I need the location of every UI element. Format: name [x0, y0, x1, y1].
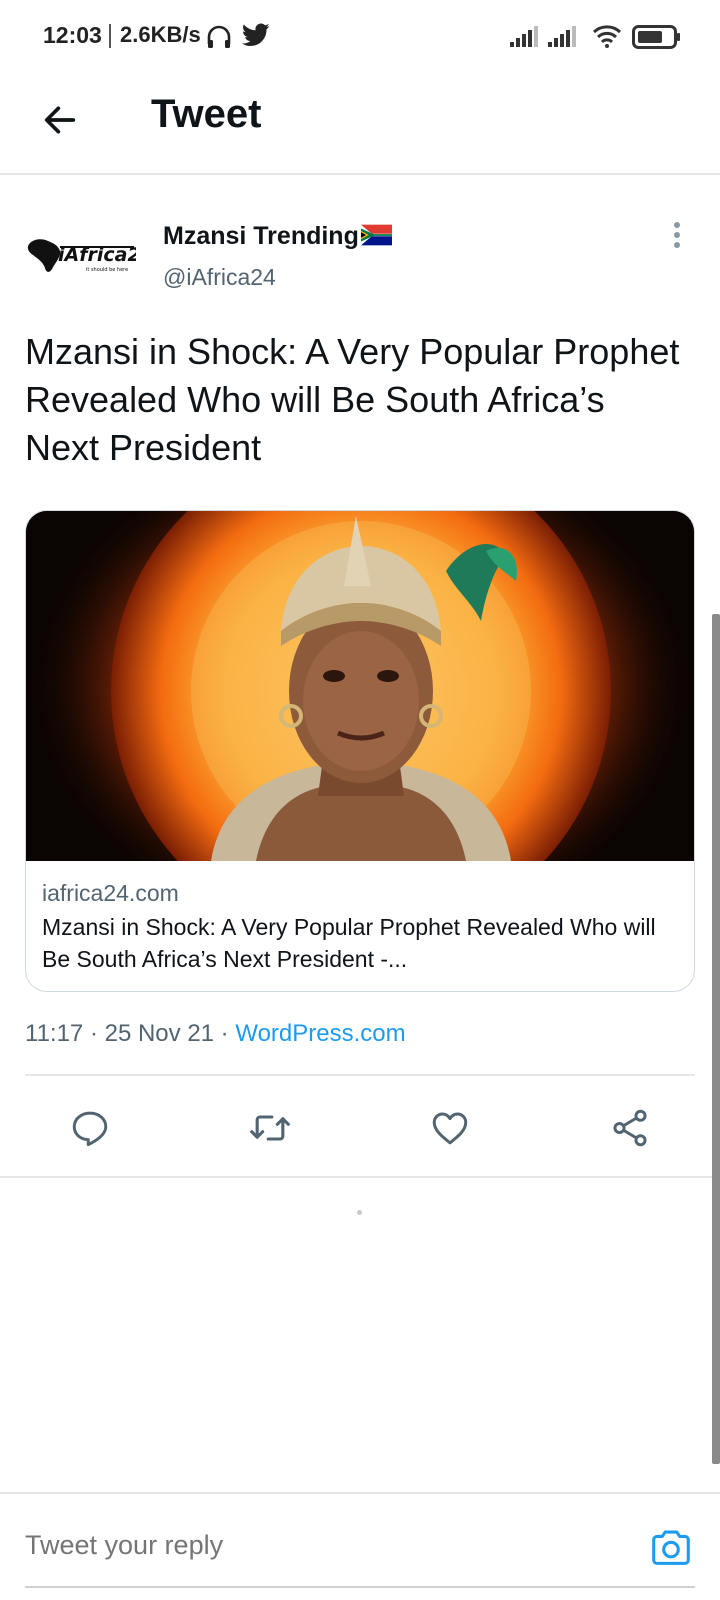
author-name: Mzansi Trending	[163, 222, 359, 250]
page-title: Tweet	[151, 92, 262, 136]
author-handle[interactable]: @iAfrica24	[163, 264, 276, 291]
twitter-bird-icon	[242, 23, 270, 46]
avatar[interactable]: iAfrica24 it should be here	[24, 224, 136, 284]
arrow-left-icon	[44, 106, 76, 134]
retweet-icon	[250, 1115, 290, 1141]
divider	[0, 1176, 720, 1178]
reply-icon	[72, 1111, 108, 1147]
card-image	[26, 511, 694, 861]
status-time: 12:03	[43, 22, 102, 48]
tweet-date: 25 Nov 21	[104, 1020, 215, 1047]
battery-icon	[632, 25, 680, 49]
top-app-bar: Tweet	[0, 72, 720, 175]
status-bar: 12:03 2.6KB/s	[0, 0, 720, 72]
card-domain: iafrica24.com	[42, 880, 179, 906]
status-separator	[109, 24, 111, 48]
share-button[interactable]	[600, 1098, 660, 1158]
reply-input[interactable]	[25, 1530, 625, 1561]
retweet-button[interactable]	[240, 1098, 300, 1158]
camera-icon	[652, 1530, 690, 1565]
camera-button[interactable]	[646, 1522, 696, 1572]
more-options-button[interactable]	[662, 218, 692, 252]
share-icon	[613, 1109, 647, 1147]
status-network-speed: 2.6KB/s	[120, 22, 201, 47]
iafrica24-logo: iAfrica24 it should be here	[27, 239, 136, 273]
input-underline	[25, 1586, 695, 1588]
divider	[25, 1074, 695, 1076]
signal-icon	[510, 26, 538, 47]
author-name-row[interactable]: Mzansi Trending	[163, 222, 392, 251]
avatar-logo-tagline: it should be here	[86, 267, 128, 273]
like-button[interactable]	[420, 1098, 480, 1158]
reply-button[interactable]	[60, 1098, 120, 1158]
loading-indicator	[357, 1210, 362, 1215]
card-title: Mzansi in Shock: A Very Popular Prophet …	[42, 914, 656, 972]
back-button[interactable]	[30, 90, 90, 150]
tweet-actions	[0, 1098, 720, 1158]
tweet-text: Mzansi in Shock: A Very Popular Prophet …	[25, 331, 680, 468]
tweet-time: 11:17	[25, 1020, 84, 1047]
more-vertical-icon	[674, 222, 680, 248]
link-preview-card[interactable]: iafrica24.com Mzansi in Shock: A Very Po…	[25, 510, 695, 992]
meta-separator: ·	[214, 1020, 236, 1047]
wifi-icon	[592, 25, 622, 48]
divider	[0, 1492, 720, 1494]
like-icon	[432, 1112, 468, 1145]
tweet-meta: 11:17 · 25 Nov 21 · WordPress.com	[25, 1020, 406, 1048]
south-africa-flag-icon	[360, 225, 392, 246]
headphones-icon	[207, 25, 231, 48]
signal-icon	[548, 26, 576, 47]
tweet-source-link[interactable]: WordPress.com	[235, 1020, 405, 1047]
scrollbar[interactable]	[712, 614, 720, 1464]
meta-separator: ·	[83, 1020, 105, 1047]
